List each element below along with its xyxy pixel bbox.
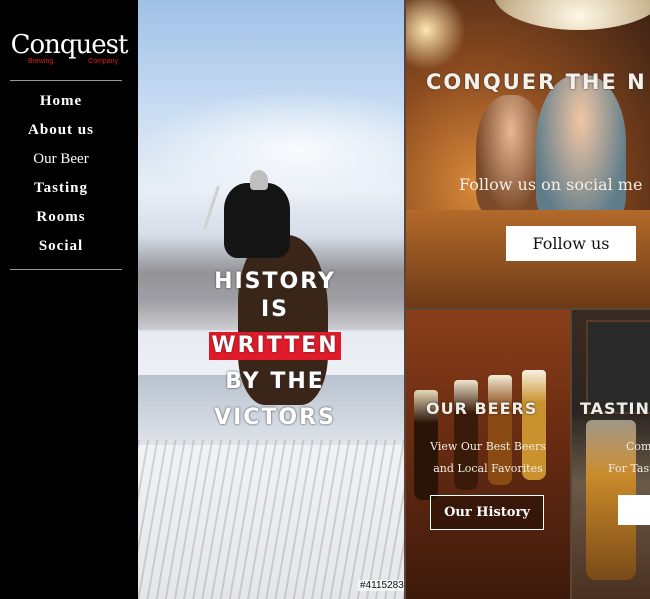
hero-line-2: WRITTEN — [209, 332, 341, 360]
hero-line-3: BY THE — [225, 369, 325, 394]
nav-item-tasting[interactable]: Tasting — [0, 177, 122, 206]
hero-line-1: HISTORY IS — [214, 269, 336, 322]
tasting-button[interactable] — [618, 495, 650, 525]
beers-line-2: and Local Favorites — [433, 462, 543, 475]
nav-item-social[interactable]: Social — [0, 235, 122, 264]
knight-helmet — [250, 170, 268, 190]
beers-panel: OUR BEERS View Our Best Beers and Local … — [406, 310, 570, 599]
nav-item-our-beer[interactable]: Our Beer — [0, 148, 122, 177]
lamp-glow — [406, 0, 466, 70]
our-history-button[interactable]: Our History — [430, 495, 544, 530]
beers-line-1: View Our Best Beers — [430, 440, 546, 453]
hero-panel: HISTORY IS WRITTEN BY THE VICTORS — [138, 0, 404, 599]
tasting-line-2: For Tast — [608, 462, 650, 475]
social-title: CONQUER THE N — [426, 70, 647, 94]
tasting-panel: TASTING Com For Tast — [572, 310, 650, 599]
follow-us-button[interactable]: Follow us — [506, 226, 636, 261]
hero-line-4: VICTORS — [214, 405, 336, 430]
tasting-line-1: Com — [626, 440, 650, 453]
panel-divider-vertical — [404, 0, 406, 599]
nav-divider-bottom — [10, 269, 122, 270]
hero-grass — [138, 440, 404, 599]
pendant-lamp — [494, 0, 650, 30]
brand-sub-right: Company — [88, 58, 118, 65]
knight-image — [224, 183, 290, 258]
brand-name: Conquest — [10, 30, 129, 60]
tasting-title: TASTING — [580, 399, 650, 418]
brand-sub-left: Brewing — [28, 58, 54, 65]
nav-item-rooms[interactable]: Rooms — [0, 206, 122, 235]
nav-divider-top — [10, 80, 122, 81]
hero-headline: HISTORY IS WRITTEN BY THE VICTORS — [200, 264, 350, 436]
main-nav: Home About us Our Beer Tasting Rooms Soc… — [0, 90, 122, 264]
person-image-right — [536, 75, 626, 225]
sidebar: Conquest Brewing Company Home About us O… — [0, 0, 138, 599]
brand-logo[interactable]: Conquest Brewing Company — [0, 30, 138, 65]
nav-item-home[interactable]: Home — [0, 90, 122, 119]
nav-item-about-us[interactable]: About us — [0, 119, 122, 148]
panel-divider-vertical-bottom — [570, 310, 572, 599]
social-panel: CONQUER THE N Follow us on social me Fol… — [406, 0, 650, 308]
beers-title: OUR BEERS — [426, 399, 538, 418]
social-subtitle: Follow us on social me — [459, 175, 643, 194]
panel-divider-horizontal — [406, 308, 650, 310]
